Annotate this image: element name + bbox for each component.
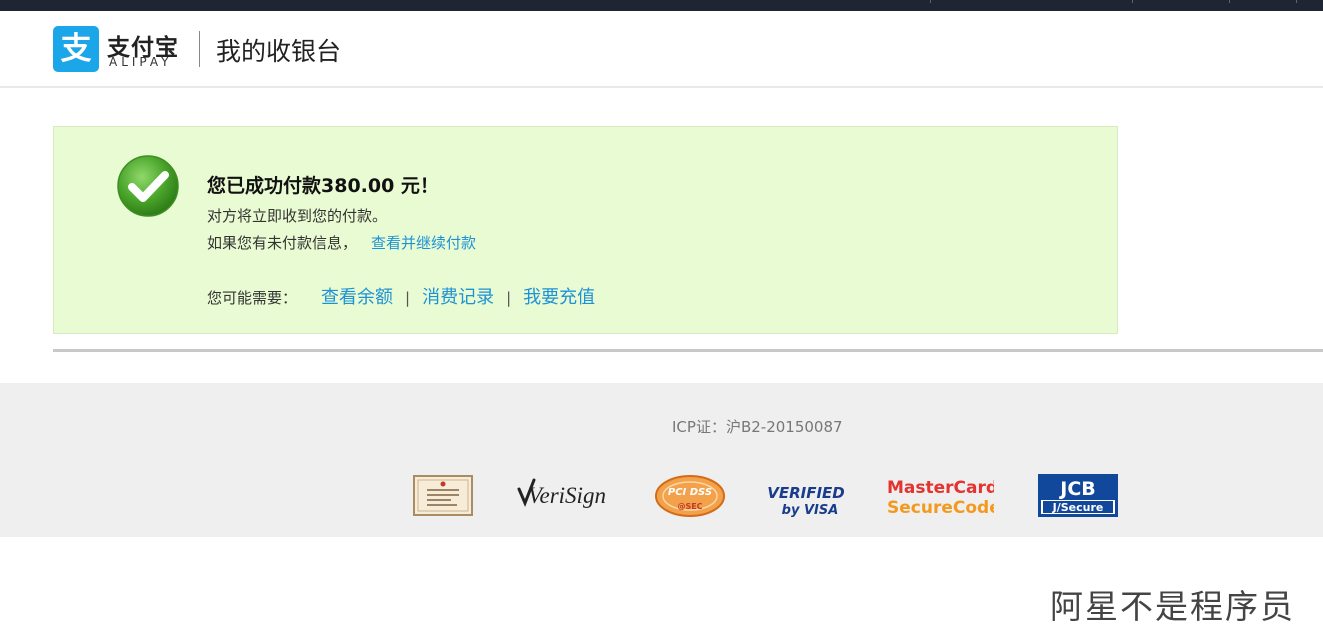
link-separator: |: [405, 289, 411, 307]
verisign-badge-icon[interactable]: VeriSign: [516, 473, 612, 519]
footer: ICP证：沪B2-20150087 VeriSign PCI DSS @SEC …: [0, 383, 1323, 537]
top-bar: [0, 0, 1323, 11]
verisign-text: VeriSign: [528, 483, 606, 508]
unpaid-info-text: 如果您有未付款信息，: [207, 234, 358, 252]
mastercard-text: MasterCard.: [887, 478, 994, 498]
logo-text-en: ALIPAY: [109, 55, 173, 69]
security-badges: VeriSign PCI DSS @SEC VERIFIED by VISA M…: [0, 473, 1323, 519]
spending-records-link[interactable]: 消费记录: [422, 287, 494, 308]
icp-license: ICP证：沪B2-20150087: [672, 418, 843, 436]
pci-dss-text: PCI DSS: [668, 487, 712, 498]
success-message: 对方将立即收到您的付款。: [207, 207, 388, 225]
unpaid-info-line: 如果您有未付款信息， 查看并继续付款: [207, 232, 476, 253]
header-divider: [199, 31, 200, 67]
logo-glyph: 支: [60, 31, 92, 67]
recharge-link[interactable]: 我要充值: [523, 287, 595, 308]
success-title: 您已成功付款380.00 元！: [207, 175, 439, 197]
verified-by-visa-badge-icon[interactable]: VERIFIED by VISA: [766, 473, 846, 519]
pci-dss-sub-text: @SEC: [677, 502, 702, 511]
suggested-actions-label: 您可能需要：: [207, 289, 298, 307]
certificate-badge-icon[interactable]: [413, 473, 473, 519]
link-separator: |: [506, 289, 512, 307]
payment-success-panel: 您已成功付款380.00 元！ 对方将立即收到您的付款。 如果您有未付款信息， 查…: [53, 126, 1118, 334]
jcb-text: JCB: [1058, 478, 1096, 500]
jsecure-text: J/Secure: [1052, 501, 1104, 514]
page-title: 我的收银台: [216, 37, 342, 66]
success-check-icon: [117, 155, 179, 217]
pci-dss-badge-icon[interactable]: PCI DSS @SEC: [654, 473, 726, 519]
top-bar-divider: [1296, 0, 1297, 3]
top-bar-divider: [1229, 0, 1230, 3]
view-continue-pay-link[interactable]: 查看并继续付款: [371, 234, 476, 252]
view-balance-link[interactable]: 查看余额: [321, 287, 393, 308]
watermark: 阿星不是程序员: [1050, 587, 1295, 626]
top-bar-divider: [1132, 0, 1133, 3]
visa-verified-text: VERIFIED: [767, 484, 845, 502]
top-bar-divider: [930, 0, 931, 3]
mastercard-securecode-badge-icon[interactable]: MasterCard. SecureCode.: [884, 473, 994, 519]
content-divider: [53, 349, 1323, 352]
jcb-jsecure-badge-icon[interactable]: JCB J/Secure: [1038, 473, 1118, 519]
visa-by-text: by VISA: [782, 503, 839, 518]
securecode-text: SecureCode.: [887, 498, 994, 518]
header: 支 支付宝 ALIPAY 我的收银台: [0, 11, 1323, 88]
suggested-actions: 您可能需要： 查看余额 | 消费记录 | 我要充值: [207, 283, 595, 309]
alipay-logo-icon[interactable]: 支: [53, 26, 99, 72]
